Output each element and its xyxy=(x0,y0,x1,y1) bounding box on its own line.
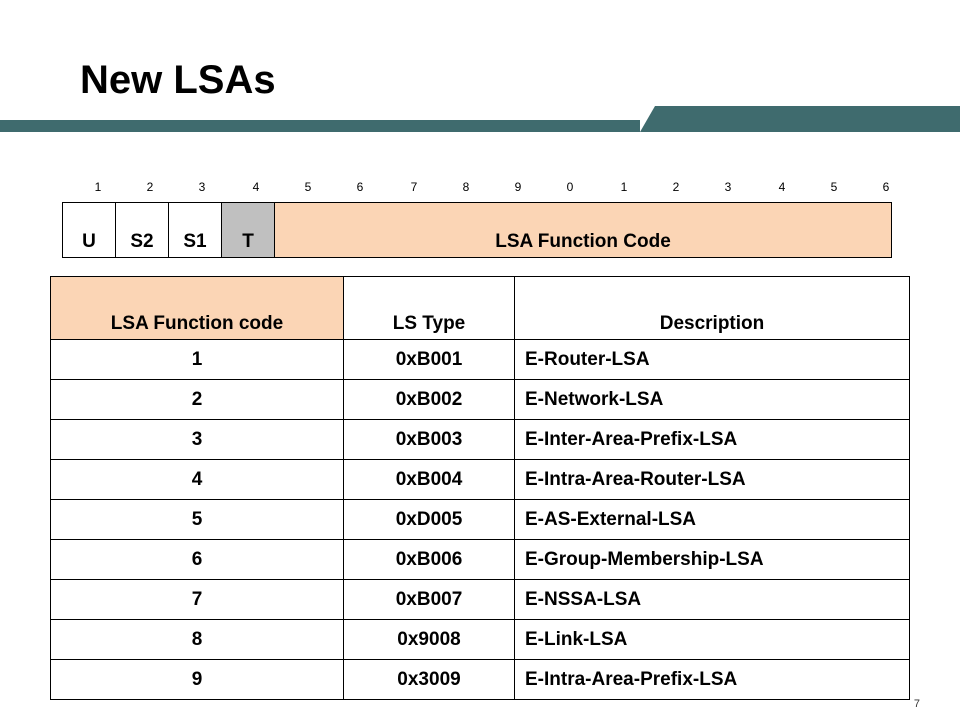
bit-label: 0 xyxy=(566,180,574,194)
cell-description: E-NSSA-LSA xyxy=(514,579,910,620)
cell-function-code: 9 xyxy=(50,659,344,700)
bit-label: 3 xyxy=(724,180,732,194)
cell-ls-type: 0xB002 xyxy=(343,379,515,420)
table-row: 8 0x9008 E-Link-LSA xyxy=(50,619,910,660)
cell-ls-type: 0xB007 xyxy=(343,579,515,620)
col-header-description: Description xyxy=(514,276,910,340)
cell-function-code: 2 xyxy=(50,379,344,420)
field-s1: S1 xyxy=(168,202,222,258)
table-header-row: LSA Function code LS Type Description xyxy=(50,276,910,340)
cell-ls-type: 0xD005 xyxy=(343,499,515,540)
bit-label: 8 xyxy=(462,180,470,194)
table-row: 7 0xB007 E-NSSA-LSA xyxy=(50,579,910,620)
cell-ls-type: 0x3009 xyxy=(343,659,515,700)
cell-description: E-Router-LSA xyxy=(514,339,910,380)
page-number: 7 xyxy=(913,698,920,710)
bit-label: 2 xyxy=(672,180,680,194)
cell-ls-type: 0xB003 xyxy=(343,419,515,460)
field-lsa-function-code: LSA Function Code xyxy=(274,202,892,258)
table-row: 5 0xD005 E-AS-External-LSA xyxy=(50,499,910,540)
title-bar-right xyxy=(640,106,960,132)
bit-label: 6 xyxy=(356,180,364,194)
bit-label: 4 xyxy=(252,180,260,194)
cell-function-code: 1 xyxy=(50,339,344,380)
lsa-header-row: U S2 S1 T LSA Function Code xyxy=(62,202,892,258)
bit-label: 4 xyxy=(778,180,786,194)
cell-function-code: 6 xyxy=(50,539,344,580)
table-row: 4 0xB004 E-Intra-Area-Router-LSA xyxy=(50,459,910,500)
bit-label: 6 xyxy=(882,180,890,194)
field-s2: S2 xyxy=(115,202,169,258)
bit-ruler: 1 2 3 4 5 6 7 8 9 0 1 2 3 4 5 6 xyxy=(70,176,890,198)
table-row: 3 0xB003 E-Inter-Area-Prefix-LSA xyxy=(50,419,910,460)
cell-description: E-Intra-Area-Prefix-LSA xyxy=(514,659,910,700)
cell-description: E-Inter-Area-Prefix-LSA xyxy=(514,419,910,460)
bit-label: 7 xyxy=(410,180,418,194)
lsa-function-table: LSA Function code LS Type Description 1 … xyxy=(50,276,910,700)
bit-label: 2 xyxy=(146,180,154,194)
bit-label: 5 xyxy=(830,180,838,194)
cell-ls-type: 0xB001 xyxy=(343,339,515,380)
field-t: T xyxy=(221,202,275,258)
bit-label: 9 xyxy=(514,180,522,194)
title-bar-left xyxy=(0,120,640,132)
table-row: 6 0xB006 E-Group-Membership-LSA xyxy=(50,539,910,580)
slide-title: New LSAs xyxy=(80,58,276,102)
field-u: U xyxy=(62,202,116,258)
title-bar-decoration xyxy=(0,106,960,132)
bit-label: 1 xyxy=(94,180,102,194)
col-header-function-code: LSA Function code xyxy=(50,276,344,340)
col-header-ls-type: LS Type xyxy=(343,276,515,340)
cell-function-code: 3 xyxy=(50,419,344,460)
cell-function-code: 7 xyxy=(50,579,344,620)
cell-function-code: 4 xyxy=(50,459,344,500)
cell-description: E-Intra-Area-Router-LSA xyxy=(514,459,910,500)
bit-label: 3 xyxy=(198,180,206,194)
cell-description: E-Group-Membership-LSA xyxy=(514,539,910,580)
cell-ls-type: 0x9008 xyxy=(343,619,515,660)
table-row: 9 0x3009 E-Intra-Area-Prefix-LSA xyxy=(50,659,910,700)
cell-ls-type: 0xB004 xyxy=(343,459,515,500)
lsa-header-format: U S2 S1 T LSA Function Code xyxy=(62,202,892,258)
bit-label: 5 xyxy=(304,180,312,194)
cell-description: E-AS-External-LSA xyxy=(514,499,910,540)
cell-function-code: 5 xyxy=(50,499,344,540)
bit-label: 1 xyxy=(620,180,628,194)
cell-description: E-Link-LSA xyxy=(514,619,910,660)
cell-description: E-Network-LSA xyxy=(514,379,910,420)
table-row: 2 0xB002 E-Network-LSA xyxy=(50,379,910,420)
table-row: 1 0xB001 E-Router-LSA xyxy=(50,339,910,380)
cell-function-code: 8 xyxy=(50,619,344,660)
cell-ls-type: 0xB006 xyxy=(343,539,515,580)
